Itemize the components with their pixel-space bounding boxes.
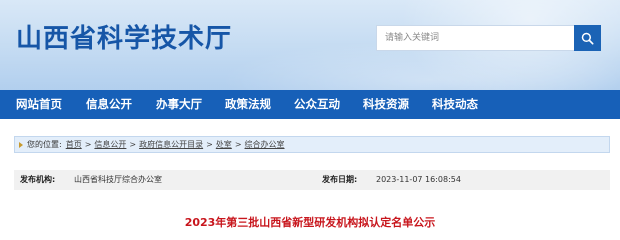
breadcrumb-separator: > — [206, 140, 213, 149]
breadcrumb-bar: 您的位置: 首页 > 信息公开 > 政府信息公开目录 > 处室 > 综合办公室 — [14, 136, 610, 153]
date-label: 发布日期: — [322, 175, 358, 184]
nav-item-news[interactable]: 科技动态 — [432, 90, 478, 119]
nav-item-resources[interactable]: 科技资源 — [363, 90, 409, 119]
search-button[interactable] — [574, 25, 601, 51]
nav-item-service-hall[interactable]: 办事大厅 — [156, 90, 202, 119]
article-meta: 发布机构: 山西省科技厅综合办公室 发布日期: 2023-11-07 16:08… — [14, 170, 610, 190]
breadcrumb: 您的位置: 首页 > 信息公开 > 政府信息公开目录 > 处室 > 综合办公室 — [19, 137, 285, 152]
breadcrumb-separator: > — [129, 140, 137, 149]
nav-item-info-disclosure[interactable]: 信息公开 — [86, 90, 132, 119]
breadcrumb-link-office[interactable]: 综合办公室 — [245, 137, 285, 152]
breadcrumb-link-division[interactable]: 处室 — [216, 137, 232, 152]
breadcrumb-link-catalog[interactable]: 政府信息公开目录 — [139, 137, 203, 152]
site-title[interactable]: 山西省科学技术厅 — [16, 18, 232, 55]
date-value: 2023-11-07 16:08:54 — [376, 175, 461, 184]
search-box — [376, 25, 601, 51]
search-icon — [581, 32, 594, 45]
breadcrumb-prefix: 您的位置: — [27, 140, 62, 149]
publisher-value: 山西省科技厅综合办公室 — [74, 175, 162, 184]
breadcrumb-separator: > — [84, 140, 92, 149]
site-header: 山西省科学技术厅 — [0, 0, 620, 90]
nav-item-interaction[interactable]: 公众互动 — [294, 90, 340, 119]
nav-item-home[interactable]: 网站首页 — [16, 90, 62, 119]
location-icon — [19, 141, 23, 148]
nav-item-policies[interactable]: 政策法规 — [225, 90, 271, 119]
search-input[interactable] — [385, 26, 565, 50]
breadcrumb-separator: > — [234, 140, 242, 149]
breadcrumb-link-info[interactable]: 信息公开 — [94, 137, 126, 152]
article-title: 2023年第三批山西省新型研发机构拟认定名单公示 — [184, 216, 436, 229]
publisher-label: 发布机构: — [20, 175, 56, 184]
breadcrumb-link-home[interactable]: 首页 — [66, 137, 82, 152]
main-nav: 网站首页 信息公开 办事大厅 政策法规 公众互动 科技资源 科技动态 — [0, 90, 620, 119]
